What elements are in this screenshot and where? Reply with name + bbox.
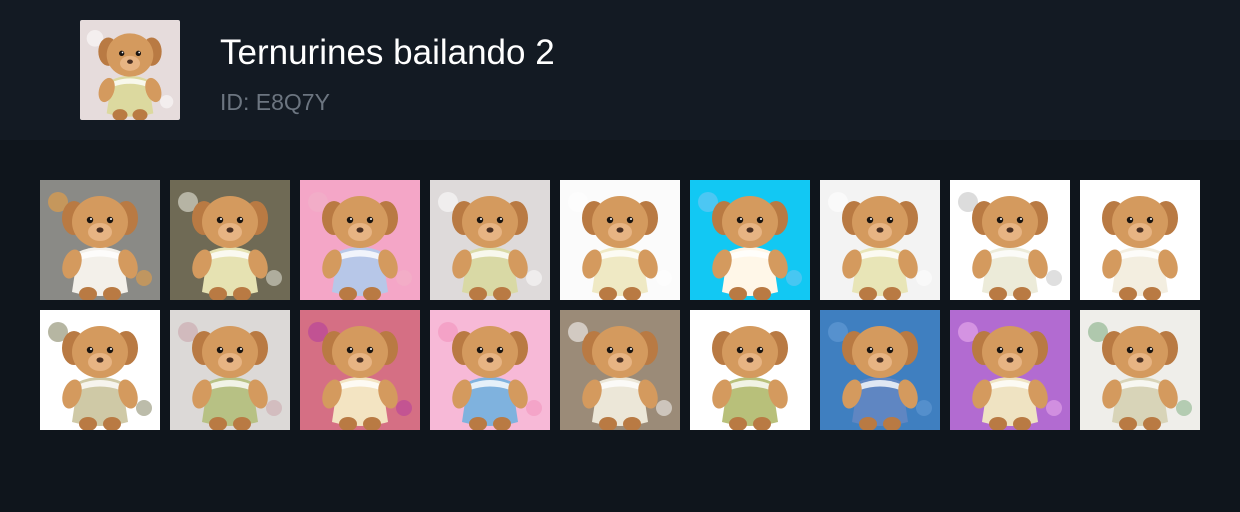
sticker-item[interactable] (690, 310, 810, 430)
teddy-sticker-icon (820, 180, 940, 300)
teddy-sticker-icon (40, 310, 160, 430)
sticker-item[interactable] (560, 310, 680, 430)
teddy-sticker-icon (170, 180, 290, 300)
teddy-sticker-icon (300, 310, 420, 430)
teddy-sticker-icon (950, 310, 1070, 430)
sticker-item[interactable] (170, 310, 290, 430)
teddy-sticker-icon (430, 180, 550, 300)
sticker-item[interactable] (950, 180, 1070, 300)
teddy-sticker-icon (1080, 310, 1200, 430)
pack-thumbnail (80, 20, 180, 120)
teddy-sticker-icon (170, 310, 290, 430)
teddy-sticker-icon (300, 180, 420, 300)
teddy-sticker-icon (430, 310, 550, 430)
sticker-item[interactable] (40, 310, 160, 430)
teddy-sticker-icon (1080, 180, 1200, 300)
teddy-sticker-icon (560, 310, 680, 430)
sticker-item[interactable] (300, 180, 420, 300)
pack-header: Ternurines bailando 2 ID: E8Q7Y (0, 0, 1240, 140)
teddy-sticker-icon (820, 310, 940, 430)
sticker-item[interactable] (1080, 180, 1200, 300)
sticker-item[interactable] (690, 180, 810, 300)
teddy-sticker-icon (950, 180, 1070, 300)
teddy-sticker-icon (40, 180, 160, 300)
sticker-item[interactable] (950, 310, 1070, 430)
pack-title: Ternurines bailando 2 (220, 33, 555, 72)
sticker-item[interactable] (820, 310, 940, 430)
sticker-item[interactable] (1080, 310, 1200, 430)
sticker-item[interactable] (300, 310, 420, 430)
sticker-item[interactable] (430, 310, 550, 430)
sticker-item[interactable] (430, 180, 550, 300)
pack-id: ID: E8Q7Y (220, 89, 330, 115)
teddy-sticker-icon (690, 310, 810, 430)
teddy-sticker-icon (560, 180, 680, 300)
sticker-item[interactable] (820, 180, 940, 300)
sticker-item[interactable] (560, 180, 680, 300)
sticker-item[interactable] (170, 180, 290, 300)
sticker-item[interactable] (40, 180, 160, 300)
teddy-thumbnail-icon (80, 20, 180, 120)
teddy-sticker-icon (690, 180, 810, 300)
